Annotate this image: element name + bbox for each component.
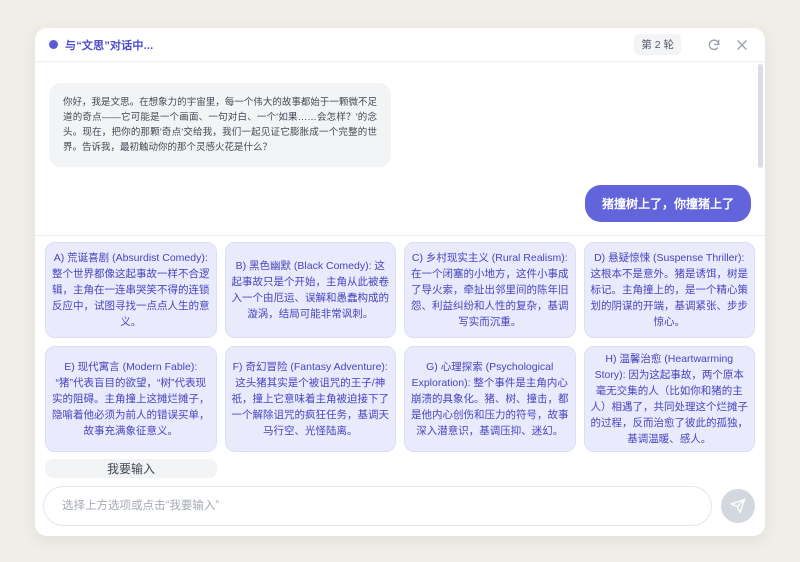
refresh-icon (707, 38, 721, 52)
status-dot-icon (49, 40, 58, 49)
page-background: 与“文思”对话中... 第 2 轮 你好，我是文思。在想象力的 (0, 0, 800, 562)
option-card-b[interactable]: B) 黑色幽默 (Black Comedy): 这起事故只是个开始，主角从此被卷… (225, 242, 397, 338)
refresh-button[interactable] (705, 36, 723, 54)
close-button[interactable] (733, 36, 751, 54)
assistant-message-bubble: 你好，我是文思。在想象力的宇宙里，每一个伟大的故事都始于一颗微不足道的奇点——它… (49, 83, 391, 167)
round-badge: 第 2 轮 (634, 34, 681, 55)
user-message-bubble: 猪撞树上了，你撞猪上了 (585, 185, 751, 222)
option-card-h[interactable]: H) 温馨治愈 (Heartwarming Story): 因为这起事故，两个原… (584, 346, 756, 452)
message-input[interactable] (43, 486, 712, 526)
option-card-g[interactable]: G) 心理探索 (Psychological Exploration): 整个事… (404, 346, 576, 452)
option-card-f[interactable]: F) 奇幻冒险 (Fantasy Adventure): 这头猪其实是个被诅咒的… (225, 346, 397, 452)
options-grid: A) 荒诞喜剧 (Absurdist Comedy): 整个世界都像这起事故一样… (35, 235, 765, 452)
chat-transcript: 你好，我是文思。在想象力的宇宙里，每一个伟大的故事都始于一颗微不足道的奇点——它… (35, 62, 765, 235)
option-card-a[interactable]: A) 荒诞喜剧 (Absurdist Comedy): 整个世界都像这起事故一样… (45, 242, 217, 338)
option-card-c[interactable]: C) 乡村现实主义 (Rural Realism): 在一个闭塞的小地方，这件小… (404, 242, 576, 338)
send-button[interactable] (721, 489, 755, 523)
dialog-title: 与“文思”对话中... (65, 37, 153, 53)
option-card-d[interactable]: D) 悬疑惊悚 (Suspense Thriller): 这根本不是意外。猪是诱… (584, 242, 756, 338)
manual-input-button[interactable]: 我要输入 (45, 459, 217, 478)
dialog-card: 与“文思”对话中... 第 2 轮 你好，我是文思。在想象力的 (35, 28, 765, 536)
send-icon (730, 498, 746, 514)
close-icon (735, 38, 749, 52)
option-card-e[interactable]: E) 现代寓言 (Modern Fable): “猪”代表盲目的欲望，“树”代表… (45, 346, 217, 452)
dialog-header: 与“文思”对话中... 第 2 轮 (35, 28, 765, 62)
chat-scrollbar-thumb[interactable] (758, 64, 763, 168)
composer-bar (35, 478, 765, 536)
